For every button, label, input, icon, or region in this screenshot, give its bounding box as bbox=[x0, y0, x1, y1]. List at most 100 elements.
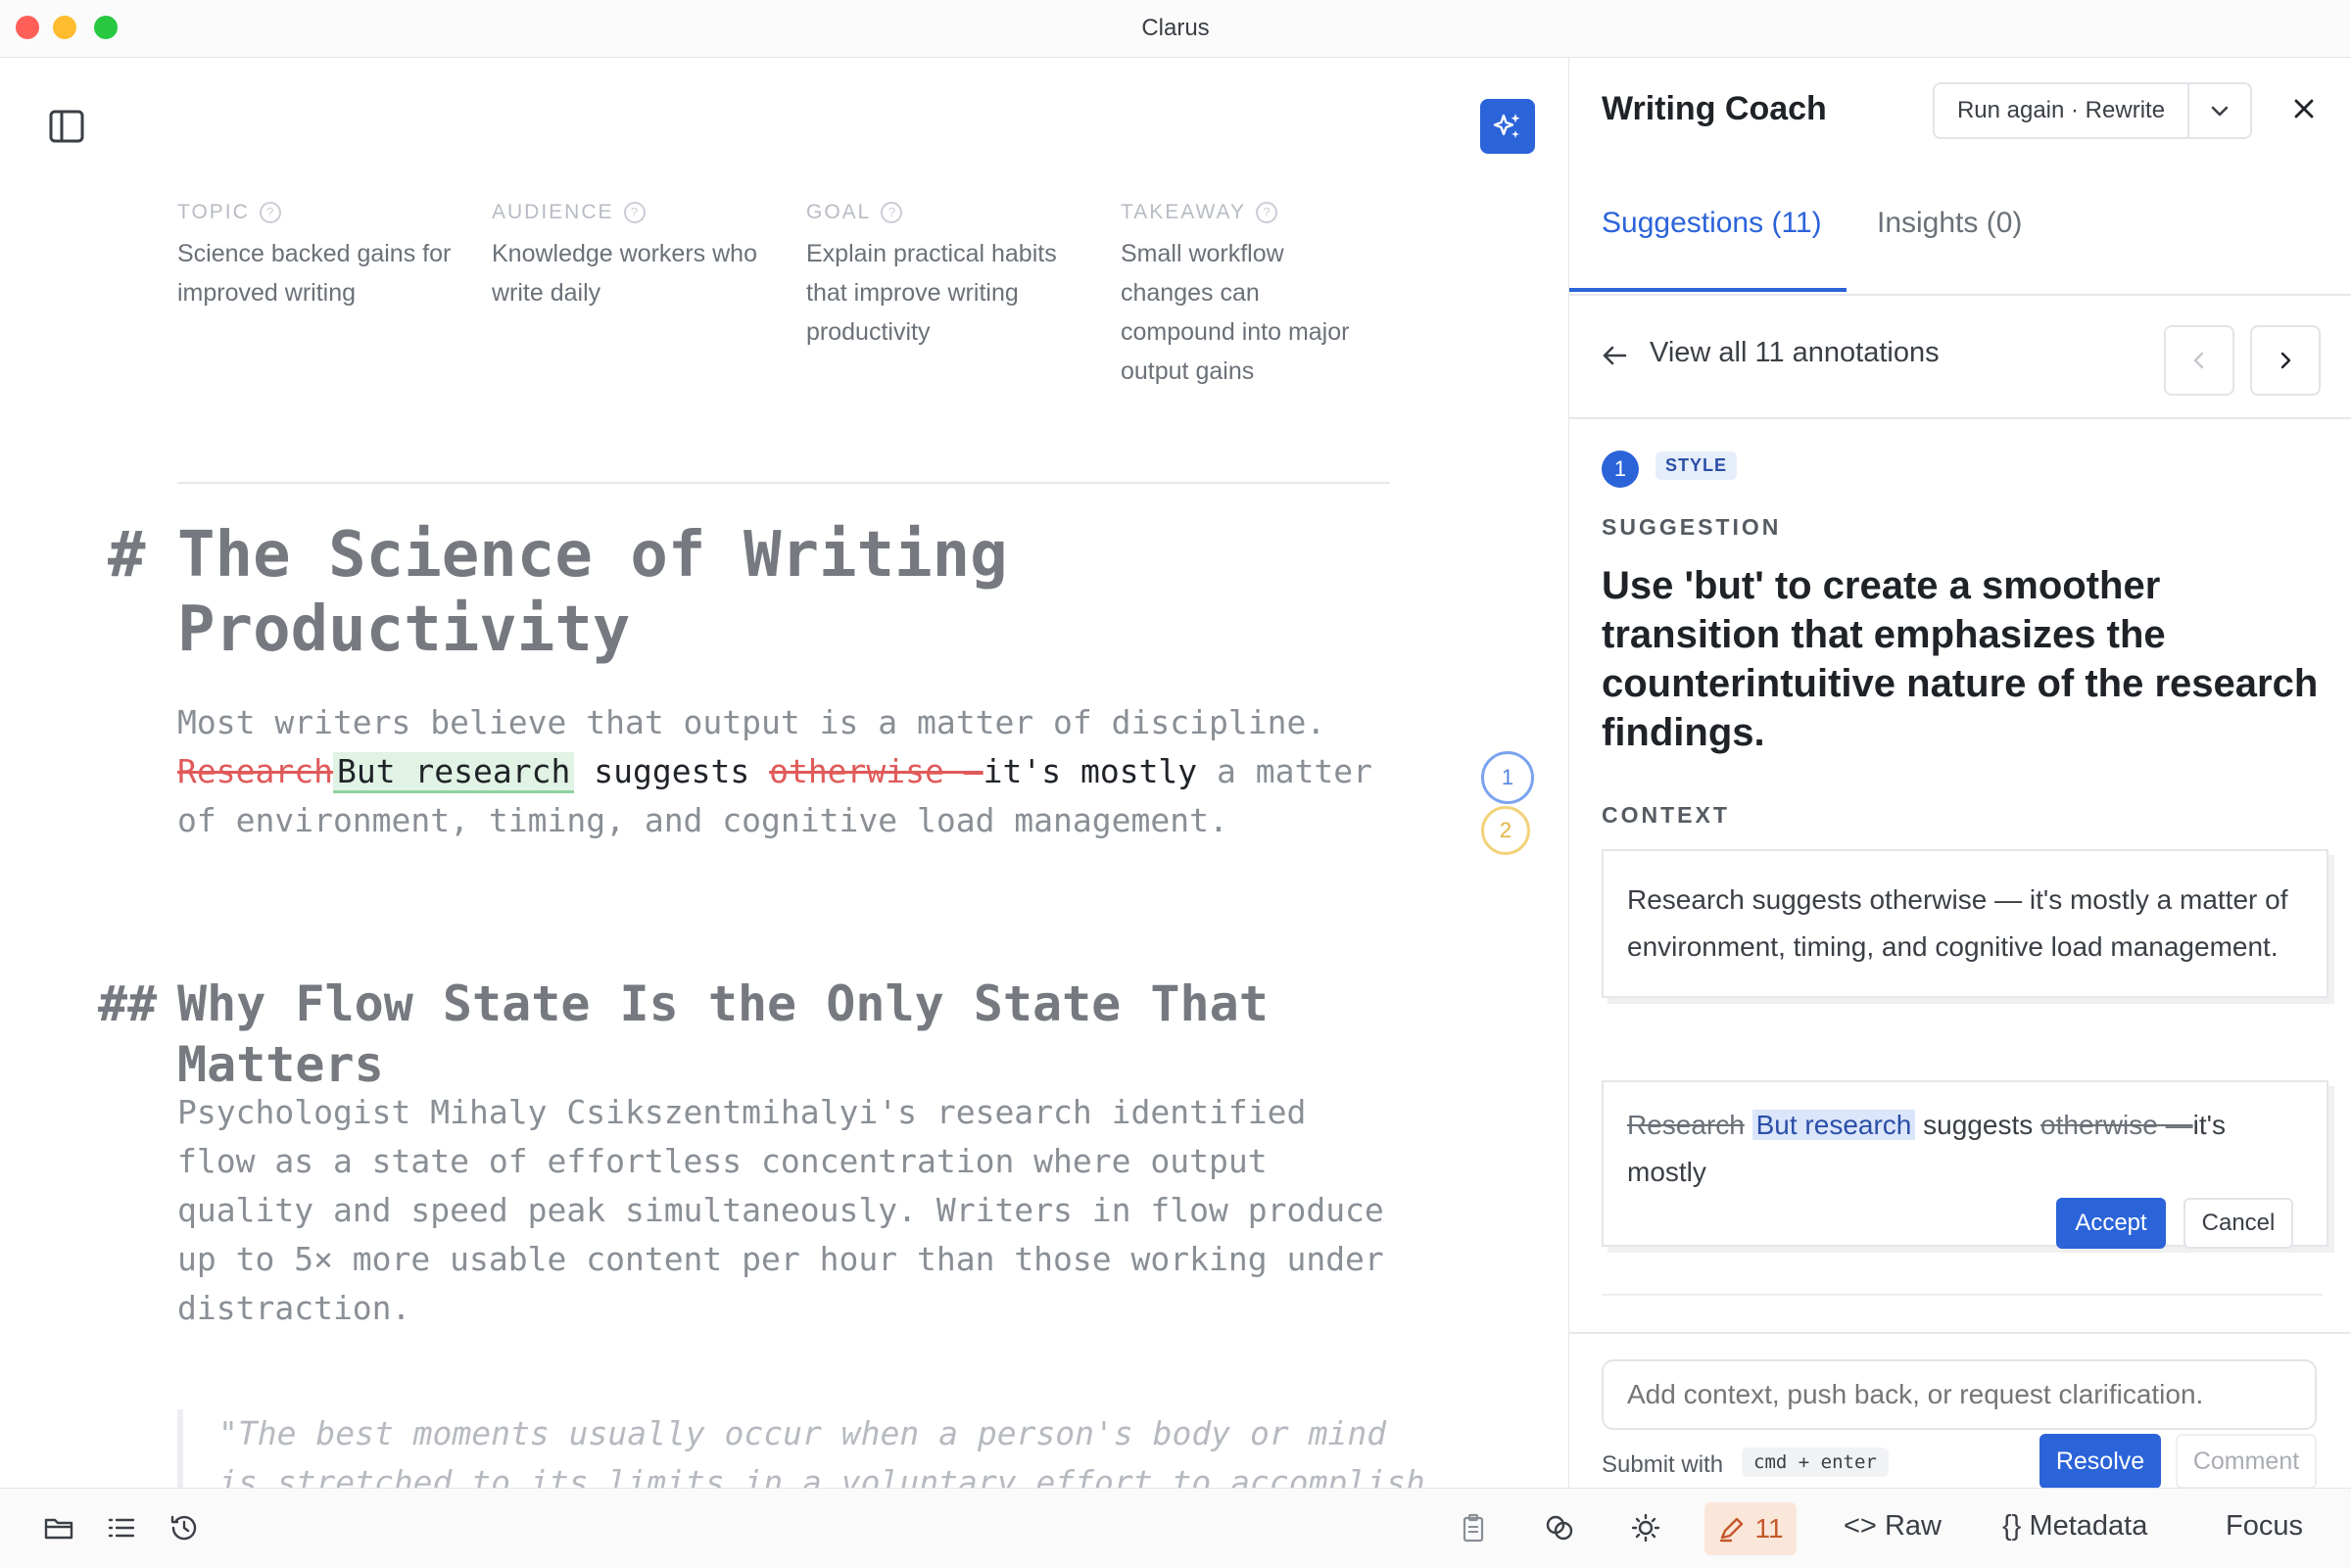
link-button[interactable] bbox=[1540, 1508, 1579, 1547]
code-icon: <> bbox=[1844, 1510, 1877, 1542]
doc-paragraph-1[interactable]: Most writers believe that output is a ma… bbox=[177, 698, 1412, 845]
meta-takeaway: TAKEAWAY? Small workflow changes can com… bbox=[1121, 201, 1375, 391]
meta-label: GOAL bbox=[806, 201, 872, 223]
meta-label: TOPIC bbox=[177, 201, 250, 223]
outline-button[interactable] bbox=[102, 1508, 141, 1547]
previous-annotation-button[interactable] bbox=[2164, 325, 2234, 396]
meta-value: Knowledge workers who write daily bbox=[492, 240, 757, 307]
meta-topic: TOPIC? Science backed gains for improved… bbox=[177, 201, 461, 312]
context-text: suggests bbox=[594, 752, 750, 790]
run-again-button[interactable]: Run again · Rewrite bbox=[1935, 84, 2189, 137]
annotation-marker-1[interactable]: 1 bbox=[1481, 751, 1534, 804]
keyboard-shortcut: cmd + enter bbox=[1742, 1448, 1889, 1477]
suggestion-text: Use 'but' to create a smoother transitio… bbox=[1602, 564, 2319, 754]
help-icon[interactable]: ? bbox=[1256, 202, 1278, 223]
meta-label: AUDIENCE bbox=[492, 201, 614, 223]
context-text: it's mostly bbox=[983, 752, 1198, 790]
resolve-button[interactable]: Resolve bbox=[2039, 1434, 2161, 1489]
edit-inserted-text: But research bbox=[1751, 1110, 1916, 1140]
accept-button[interactable]: Accept bbox=[2056, 1198, 2166, 1249]
meta-goal: GOAL? Explain practical habits that impr… bbox=[806, 201, 1090, 352]
annotation-navigation: View all 11 annotations bbox=[1569, 294, 2351, 419]
inserted-text[interactable]: But research bbox=[332, 752, 575, 793]
deleted-text: otherwise — bbox=[769, 752, 984, 790]
meta-value: Explain practical habits that improve wr… bbox=[806, 240, 1057, 346]
reply-composer: Submit with cmd + enter Resolve Comment bbox=[1569, 1332, 2351, 1490]
suggestion-label: SUGGESTION bbox=[1602, 514, 1782, 540]
raw-view-button[interactable]: <> Raw bbox=[1844, 1510, 1942, 1543]
help-icon[interactable]: ? bbox=[881, 202, 903, 223]
doc-heading-1[interactable]: The Science of Writing Productivity bbox=[177, 518, 1353, 667]
clipboard-button[interactable] bbox=[1454, 1508, 1493, 1547]
annotation-number-badge: 1 bbox=[1602, 451, 1639, 488]
arrow-left-icon bbox=[1603, 346, 1627, 365]
editor-pane: TOPIC? Science backed gains for improved… bbox=[0, 58, 1567, 1488]
pen-icon bbox=[1720, 1517, 1744, 1543]
doc-heading-2[interactable]: Why Flow State Is the Only State That Ma… bbox=[177, 974, 1353, 1095]
title-bar: Clarus bbox=[0, 0, 2351, 58]
heading-marker: ## bbox=[98, 975, 158, 1032]
comment-button[interactable]: Comment bbox=[2176, 1434, 2317, 1489]
cancel-button[interactable]: Cancel bbox=[2183, 1198, 2293, 1249]
close-icon bbox=[2294, 99, 2314, 119]
clipboard-icon bbox=[1463, 1513, 1484, 1543]
deleted-text: Research bbox=[177, 752, 333, 790]
doc-paragraph-2[interactable]: Psychologist Mihaly Csikszentmihalyi's r… bbox=[177, 1088, 1392, 1333]
run-mode-dropdown[interactable] bbox=[2189, 84, 2250, 137]
meta-divider bbox=[177, 482, 1390, 484]
annotation-count: 11 bbox=[1754, 1513, 1784, 1544]
tab-suggestions[interactable]: Suggestions (11) bbox=[1602, 207, 1822, 240]
paragraph-text: Most writers believe that output is a ma… bbox=[177, 703, 1326, 741]
run-again-split-button: Run again · Rewrite bbox=[1933, 82, 2252, 139]
chevron-left-icon bbox=[2193, 352, 2204, 369]
chevron-down-icon bbox=[2211, 106, 2229, 117]
sun-icon bbox=[1631, 1513, 1660, 1543]
sparkles-icon bbox=[1493, 114, 1520, 138]
help-icon[interactable]: ? bbox=[623, 202, 646, 223]
annotations-toggle-button[interactable]: 11 bbox=[1704, 1502, 1797, 1555]
back-button[interactable] bbox=[1600, 341, 1629, 375]
theme-toggle-button[interactable] bbox=[1626, 1508, 1665, 1547]
focus-mode-button[interactable]: Focus bbox=[2226, 1510, 2303, 1543]
meta-label: TAKEAWAY bbox=[1121, 201, 1247, 223]
overlap-circles-icon bbox=[1546, 1515, 1573, 1541]
edit-deleted-text: otherwise — bbox=[2040, 1110, 2193, 1140]
meta-value: Science backed gains for improved writin… bbox=[177, 240, 452, 307]
doc-blockquote[interactable]: "The best moments usually occur when a p… bbox=[177, 1409, 1433, 1488]
history-icon bbox=[170, 1515, 197, 1541]
annotation-type-badge: STYLE bbox=[1655, 451, 1738, 480]
reply-input[interactable] bbox=[1602, 1359, 2317, 1430]
panel-divider bbox=[1602, 1294, 2323, 1296]
edit-context-text: suggests bbox=[1923, 1110, 2034, 1140]
open-folder-button[interactable] bbox=[39, 1508, 78, 1547]
edit-deleted-text: Research bbox=[1627, 1110, 1745, 1140]
context-label: CONTEXT bbox=[1602, 802, 1730, 828]
braces-icon: {} bbox=[2002, 1510, 2022, 1542]
help-icon[interactable]: ? bbox=[259, 202, 281, 223]
submit-hint: Submit with bbox=[1602, 1451, 1724, 1478]
folder-icon bbox=[44, 1518, 73, 1540]
panel-title: Writing Coach bbox=[1602, 90, 1827, 127]
tab-insights[interactable]: Insights (0) bbox=[1877, 207, 2022, 240]
metadata-label: Metadata bbox=[2029, 1510, 2148, 1542]
meta-value: Small workflow changes can compound into… bbox=[1121, 240, 1350, 385]
view-all-annotations-link[interactable]: View all 11 annotations bbox=[1650, 337, 1940, 369]
sidebar-toggle-button[interactable] bbox=[47, 107, 86, 146]
heading-marker: # bbox=[108, 519, 146, 592]
meta-audience: AUDIENCE? Knowledge workers who write da… bbox=[492, 201, 776, 312]
next-annotation-button[interactable] bbox=[2250, 325, 2321, 396]
writing-coach-panel: Writing Coach Run again · Rewrite Sugges… bbox=[1568, 58, 2351, 1490]
context-box: Research suggests otherwise — it's mostl… bbox=[1602, 849, 2328, 998]
bottom-toolbar: 11 <> Raw {} Metadata Focus bbox=[0, 1488, 2351, 1568]
window-title: Clarus bbox=[1141, 15, 1210, 41]
close-panel-button[interactable] bbox=[2288, 93, 2320, 124]
panel-tabs: Suggestions (11) Insights (0) bbox=[1569, 173, 2351, 296]
active-tab-indicator bbox=[1569, 288, 1847, 292]
metadata-button[interactable]: {} Metadata bbox=[2002, 1510, 2147, 1543]
ai-assist-button[interactable] bbox=[1480, 99, 1535, 154]
annotation-marker-2[interactable]: 2 bbox=[1481, 806, 1530, 855]
raw-label: Raw bbox=[1884, 1510, 1942, 1542]
chevron-right-icon bbox=[2280, 352, 2291, 369]
history-button[interactable] bbox=[165, 1508, 204, 1547]
list-icon bbox=[108, 1518, 135, 1538]
